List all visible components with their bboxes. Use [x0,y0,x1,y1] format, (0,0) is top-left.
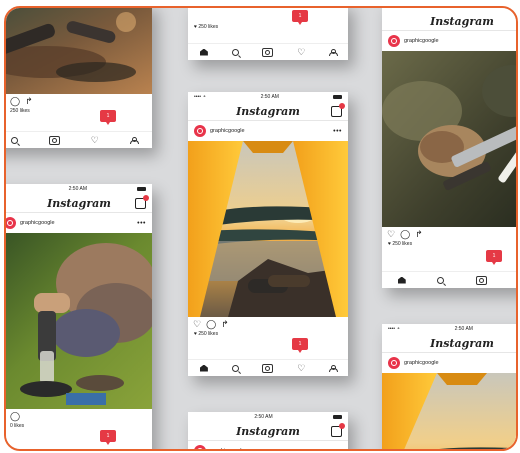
post-card-left: 2:50 AM Instagram graphicgoogle ••• ◯ 0 … [6,184,152,449]
share-icon[interactable]: ↱ [25,96,33,107]
post-card-center: •••• ⚬ 2:50 AM Instagram graphicgoogle ••… [188,92,348,376]
post-actions: ◯ [6,409,152,423]
camera-icon[interactable] [49,135,61,145]
app-header: Instagram [382,334,516,353]
username[interactable]: graphicgoogle [20,220,137,226]
more-options-icon[interactable]: ••• [333,448,342,450]
home-icon[interactable] [397,276,406,284]
status-bar: 2:50 AM [6,184,152,194]
search-icon[interactable] [231,48,239,56]
post-photo-hammock [6,8,152,94]
notification-badge: 1 [292,10,308,25]
search-icon[interactable] [11,136,19,144]
avatar[interactable] [194,125,206,137]
profile-icon[interactable] [129,136,139,144]
comment-icon[interactable]: ◯ [206,319,216,330]
app-header: Instagram [382,12,516,31]
tab-bar: ♡ [6,131,152,148]
share-icon[interactable]: ↱ [221,319,229,330]
post-header: graphicgoogle [382,353,516,373]
like-icon[interactable]: ♡ [387,229,395,240]
post-photo-cooking [6,233,152,409]
direct-message-icon[interactable] [331,103,345,117]
likes-count: ♥ 250 likes [194,24,219,30]
heart-icon[interactable]: ♡ [297,363,305,373]
avatar[interactable] [6,217,16,229]
camera-icon[interactable] [475,275,487,285]
comment-icon[interactable]: ◯ [10,96,20,107]
post-card-bottom-center: 2:50 AM Instagram graphicgoogle ••• [188,412,348,450]
heart-icon[interactable]: ♡ [91,135,99,145]
post-header: graphicgoogle [382,31,516,51]
home-icon[interactable] [199,48,208,56]
direct-message-icon[interactable] [331,423,345,437]
comment-icon[interactable]: ◯ [10,411,20,422]
post-photo-knife [382,51,516,227]
notification-badge: 1 [100,430,116,445]
like-icon[interactable]: ♡ [193,319,201,330]
post-header: graphicgoogle ••• [188,121,348,141]
likes-count: 250 likes [10,108,30,114]
avatar[interactable] [194,445,206,449]
post-actions: ♡ ◯ ↱ [188,317,348,331]
comment-icon[interactable]: ◯ [400,229,410,240]
camera-icon[interactable] [262,363,274,373]
battery-icon [332,415,342,419]
post-card-top-center: ♥ 250 likes 1 ♡ [188,8,348,60]
likes-count: 0 likes [10,423,25,429]
heart-icon[interactable]: ♡ [297,47,305,57]
mockup-frame: ◯ ↱ 250 likes 1 ♡ ♥ 250 likes 1 ♡ •••• ⚬… [4,6,518,451]
more-options-icon[interactable]: ••• [333,128,342,135]
profile-icon[interactable] [329,48,339,56]
battery-icon [137,187,146,191]
username[interactable]: graphicgoogle [404,360,516,366]
app-logo: Instagram [236,425,300,438]
app-logo: Instagram [430,15,494,28]
camera-icon[interactable] [262,47,274,57]
status-bar: •••• ⚬ 2:50 AM [188,92,348,102]
direct-message-icon[interactable] [135,195,149,209]
post-card-bottom-right: •••• ⚬ 2:50 AM Instagram graphicgoogle [382,324,516,449]
app-logo: Instagram [236,105,300,118]
post-card-right: Instagram graphicgoogle ♡ ◯ ↱ ♥ 250 like… [382,8,516,288]
post-header: graphicgoogle ••• [188,441,348,450]
app-logo: Instagram [430,337,494,350]
more-options-icon[interactable]: ••• [137,220,146,227]
share-icon[interactable]: ↱ [415,229,423,240]
status-bar: •••• ⚬ 2:50 AM [388,326,473,332]
status-bar: 2:50 AM [188,412,348,422]
battery-icon [332,95,342,99]
post-actions: ◯ ↱ [6,94,152,108]
post-card-top-left: ◯ ↱ 250 likes 1 ♡ [6,8,152,148]
notification-badge: 1 [486,250,502,265]
post-photo-tent-sunset [188,141,348,317]
app-logo: Instagram [47,197,111,210]
avatar[interactable] [388,357,400,369]
likes-count: ♥ 250 likes [194,331,219,337]
app-header: Instagram [6,194,152,213]
username[interactable]: graphicgoogle [404,38,516,44]
home-icon[interactable] [199,364,208,372]
search-icon[interactable] [231,364,239,372]
post-photo-tent-sunset [382,373,516,449]
tab-bar: ♡ [382,271,516,288]
search-icon[interactable] [437,276,445,284]
avatar[interactable] [388,35,400,47]
post-actions: ♡ ◯ ↱ [382,227,516,241]
username[interactable]: graphicgoogle [210,448,333,449]
notification-badge: 1 [100,110,116,125]
app-header: Instagram [188,102,348,121]
profile-icon[interactable] [329,364,339,372]
notification-badge: 1 [292,338,308,353]
tab-bar: ♡ [188,359,348,376]
username[interactable]: graphicgoogle [210,128,333,134]
tab-bar: ♡ [188,43,348,60]
app-header: Instagram [188,422,348,441]
post-header: graphicgoogle ••• [6,213,152,233]
